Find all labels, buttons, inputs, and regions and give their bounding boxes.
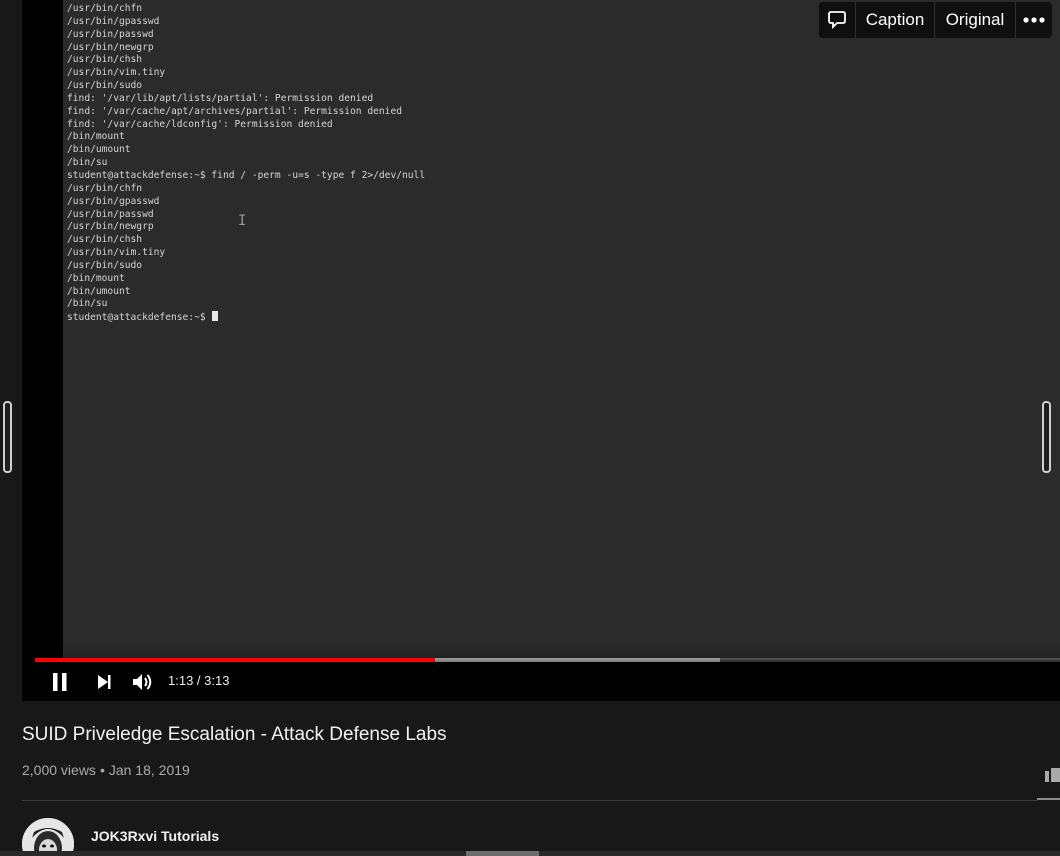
channel-name[interactable]: JOK3Rxvi Tutorials [91,828,219,844]
terminal-line: /bin/mount [67,272,125,284]
terminal-line: student@attackdefense:~$ find / -perm -u… [67,169,426,181]
horizontal-scrollbar-thumb[interactable] [466,851,539,856]
terminal-line: find: '/var/cache/apt/archives/partial':… [67,105,403,117]
controls-gradient [22,641,1060,701]
progress-played [35,658,435,662]
text-cursor-icon: I [238,213,247,229]
video-meta: 2,000 views • Jan 18, 2019 [22,762,190,778]
video-player[interactable]: /usr/bin/chfn/usr/bin/gpasswd/usr/bin/pa… [22,0,1060,701]
video-frame: /usr/bin/chfn/usr/bin/gpasswd/usr/bin/pa… [22,0,1060,701]
volume-icon [133,674,152,690]
original-button[interactable]: Original [935,2,1016,38]
time-display: 1:13 / 3:13 [168,673,230,688]
meta-separator: • [99,762,105,778]
terminal-line: /bin/mount [67,131,125,143]
more-button[interactable] [1016,2,1052,38]
divider [22,800,1038,801]
overlay-toolbar: Caption Original [819,2,1052,38]
terminal-line: /usr/bin/gpasswd [67,195,160,207]
divider-accent [1037,798,1060,800]
terminal-line: /usr/bin/sudo [67,80,143,92]
terminal-line: find: '/var/lib/apt/lists/partial': Perm… [67,92,374,104]
terminal-line: /usr/bin/gpasswd [67,15,160,27]
terminal-line: find: '/var/cache/ldconfig': Permission … [67,118,333,130]
terminal-line: /usr/bin/chfn [67,3,143,14]
terminal-line: /usr/bin/newgrp [67,41,154,53]
comment-icon [828,11,846,30]
video-title: SUID Priveledge Escalation - Attack Defe… [22,724,447,745]
terminal-line: /usr/bin/chsh [67,54,143,66]
terminal-line: /usr/bin/chsh [67,234,143,246]
terminal-line: /bin/umount [67,144,131,156]
upload-date: Jan 18, 2019 [108,762,190,778]
comment-button[interactable] [819,2,856,38]
terminal-line: /bin/su [67,298,108,310]
next-button[interactable] [92,668,116,696]
terminal-line: /usr/bin/sudo [67,259,143,271]
like-icon[interactable] [1045,764,1060,782]
terminal-prompt-line: student@attackdefense:~$ [67,311,425,324]
volume-button[interactable] [130,668,156,696]
pause-button[interactable] [46,668,74,696]
next-icon [98,675,111,689]
terminal-line: /usr/bin/vim.tiny [67,67,166,79]
terminal-line: /usr/bin/passwd [67,28,154,40]
terminal-line: /bin/su [67,157,108,169]
right-resize-handle[interactable] [1042,401,1051,473]
pause-icon [53,673,67,691]
terminal-window: /usr/bin/chfn/usr/bin/gpasswd/usr/bin/pa… [63,0,1060,660]
terminal-cursor [212,311,219,322]
left-resize-handle[interactable] [3,401,12,473]
more-icon [1023,17,1045,23]
terminal-prompt: student@attackdefense:~$ [67,312,212,324]
terminal-line: /bin/umount [67,285,131,297]
terminal-line: /usr/bin/chfn [67,182,143,194]
terminal-line: /usr/bin/vim.tiny [67,247,166,259]
view-count: 2,000 views [22,762,96,778]
page: /usr/bin/chfn/usr/bin/gpasswd/usr/bin/pa… [0,0,1060,856]
progress-bar[interactable] [35,658,1060,662]
caption-button[interactable]: Caption [856,2,935,38]
terminal-output: /usr/bin/chfn/usr/bin/gpasswd/usr/bin/pa… [67,3,425,324]
